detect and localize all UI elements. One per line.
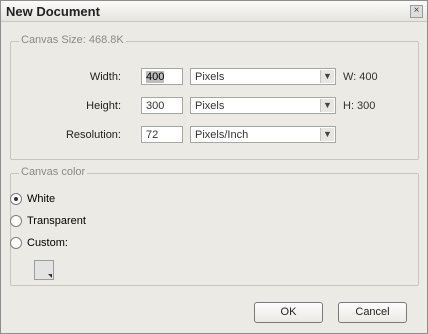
custom-color-swatch[interactable]	[34, 260, 54, 280]
chevron-down-icon[interactable]: ▼	[320, 70, 334, 83]
canvas-color-legend: Canvas color	[19, 166, 88, 178]
resolution-unit-select[interactable]: Pixels/Inch ▼	[190, 126, 336, 143]
width-unit-value: Pixels	[195, 71, 225, 83]
cancel-button[interactable]: Cancel	[338, 302, 407, 323]
height-label: Height:	[86, 100, 121, 112]
height-value: 300	[146, 100, 165, 112]
dialog-title: New Document	[6, 4, 100, 19]
width-input[interactable]: 400	[141, 68, 183, 85]
height-readout: H: 300	[343, 100, 376, 112]
canvas-color-group: Canvas color	[10, 166, 419, 286]
radio-white-option[interactable]: White	[10, 191, 55, 207]
swatch-dropdown-icon	[48, 274, 52, 278]
height-unit-select[interactable]: Pixels ▼	[190, 97, 336, 114]
radio-white[interactable]	[10, 193, 22, 205]
radio-transparent[interactable]	[10, 215, 22, 227]
ok-button[interactable]: OK	[254, 302, 323, 323]
radio-custom-label: Custom:	[27, 237, 68, 249]
resolution-input[interactable]: 72	[141, 126, 183, 143]
radio-custom[interactable]	[10, 237, 22, 249]
close-icon[interactable]: ×	[410, 5, 423, 18]
chevron-down-icon[interactable]: ▼	[320, 99, 334, 112]
resolution-label: Resolution:	[65, 129, 121, 141]
width-unit-select[interactable]: Pixels ▼	[190, 68, 336, 85]
chevron-down-icon[interactable]: ▼	[320, 128, 334, 141]
resolution-value: 72	[146, 129, 159, 141]
width-label: Width:	[89, 71, 121, 83]
radio-transparent-label: Transparent	[27, 215, 86, 227]
width-value: 400	[146, 71, 165, 83]
new-document-dialog: New Document × Canvas Size: 468.8K Width…	[0, 0, 428, 334]
width-readout: W: 400	[343, 71, 378, 83]
canvas-size-legend: Canvas Size: 468.8K	[19, 34, 126, 46]
radio-white-label: White	[27, 193, 56, 205]
radio-transparent-option[interactable]: Transparent	[10, 213, 86, 229]
radio-custom-option[interactable]: Custom:	[10, 235, 68, 251]
title-bar[interactable]: New Document ×	[1, 1, 427, 22]
resolution-unit-value: Pixels/Inch	[195, 129, 249, 141]
height-input[interactable]: 300	[141, 97, 183, 114]
height-unit-value: Pixels	[195, 100, 225, 112]
